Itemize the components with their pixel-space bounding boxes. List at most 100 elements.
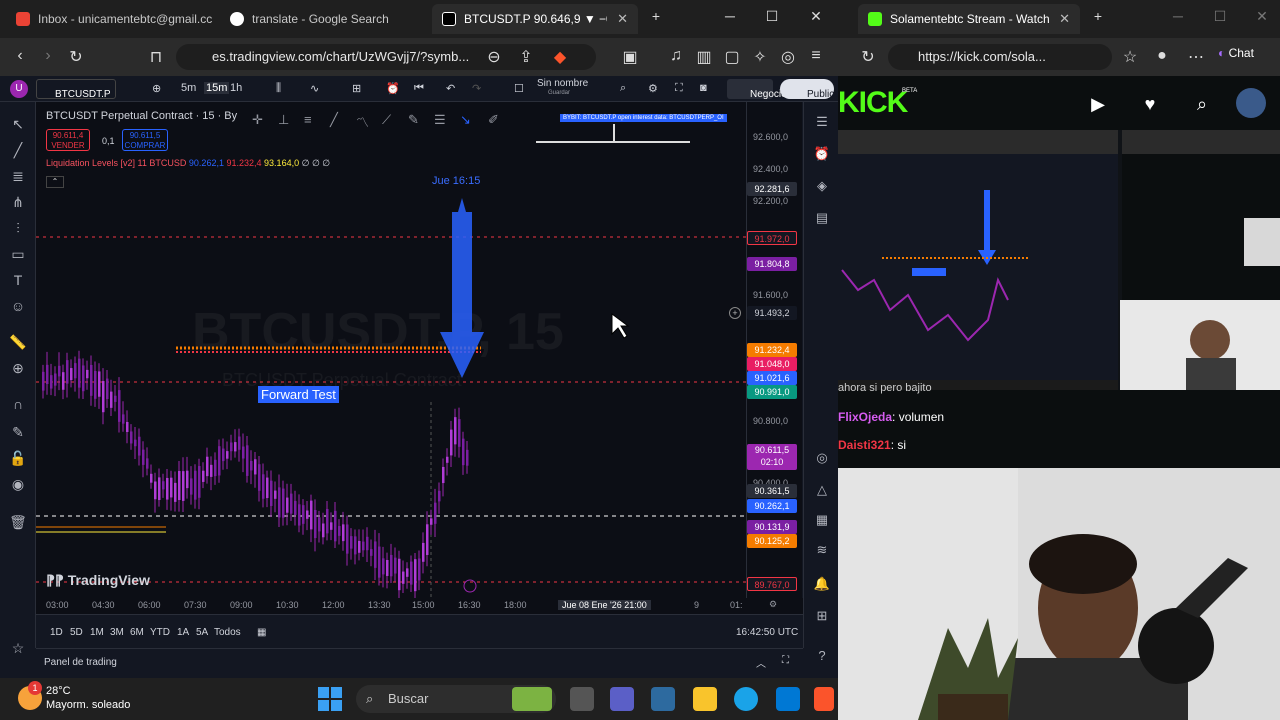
chart-legend-title[interactable]: BTCUSDT Perpetual Contract · 15 · By <box>46 110 237 122</box>
templates-icon[interactable]: ⊞ <box>352 82 361 95</box>
vpn-icon[interactable]: ◎ <box>778 47 798 67</box>
file-explorer-icon[interactable] <box>693 687 717 711</box>
following-icon[interactable]: ▶ <box>1087 94 1109 115</box>
add-alert-icon[interactable]: + <box>729 307 741 319</box>
range-ytd[interactable]: YTD <box>150 627 170 638</box>
chevron-up-icon[interactable]: ︿ <box>756 655 766 670</box>
more-icon[interactable]: ⋯ <box>1186 47 1206 67</box>
interval-1h[interactable]: 1h <box>230 82 242 94</box>
brush-icon[interactable]: ▭ <box>8 246 28 266</box>
ideas-icon[interactable]: △ <box>813 482 831 500</box>
lock-drawing-icon[interactable]: ✎ <box>8 424 28 444</box>
watchlist-icon[interactable]: ☰ <box>813 114 831 132</box>
layout-save-label[interactable]: Guardar <box>548 90 570 96</box>
search-icon[interactable]: ⌕ <box>620 82 626 95</box>
layers-icon[interactable]: ◈ <box>813 178 831 196</box>
alerts-icon[interactable]: ⏰ <box>813 146 831 164</box>
back-button[interactable]: ‹ <box>10 47 30 65</box>
forward-button[interactable]: › <box>38 47 58 65</box>
vline-tool-icon[interactable]: ⊥ <box>278 112 289 128</box>
target-icon[interactable]: ◎ <box>813 450 831 468</box>
avatar[interactable]: U <box>10 80 28 98</box>
heart-icon[interactable]: ♥ <box>1139 94 1161 115</box>
range-3m[interactable]: 3M <box>110 627 124 638</box>
music-icon[interactable]: ♫ <box>666 47 686 65</box>
new-tab-button[interactable]: + <box>1088 8 1108 24</box>
range-1m[interactable]: 1M <box>90 627 104 638</box>
cursor-icon[interactable]: ↖ <box>8 116 28 136</box>
interval-15m[interactable]: 15m <box>204 82 230 94</box>
utc-clock[interactable]: 16:42:50 UTC <box>736 627 798 638</box>
teams-icon[interactable] <box>610 687 634 711</box>
fib-tool-icon[interactable]: ☰ <box>434 112 446 128</box>
forward-test-label[interactable]: Forward Test <box>258 386 339 403</box>
calendar-icon[interactable]: ▦ <box>813 512 831 530</box>
lock-icon[interactable]: 🔓 <box>8 450 28 470</box>
brush-tool-icon[interactable]: ✎ <box>408 112 419 128</box>
buy-button[interactable]: 90.611,5 COMPRAR <box>122 129 168 151</box>
sidebar-icon[interactable]: ▥ <box>694 47 714 67</box>
brave-icon[interactable] <box>814 687 834 711</box>
forecast-icon[interactable]: ⫶ <box>8 220 28 240</box>
share-icon[interactable]: ⇪ <box>516 47 536 67</box>
highlighter-icon[interactable]: ✐ <box>488 112 499 128</box>
reader-icon[interactable]: ▣ <box>620 47 640 67</box>
trading-panel-bar[interactable]: Panel de trading ︿ ⛶ <box>36 648 803 678</box>
time-axis[interactable]: 03:00 04:30 06:00 07:30 09:00 10:30 12:0… <box>36 598 803 614</box>
fullscreen-icon[interactable]: ⛶ <box>675 82 683 95</box>
line-tool-icon[interactable]: ╱ <box>330 112 338 128</box>
kick-logo[interactable]: KICK <box>838 86 908 120</box>
weather-widget[interactable]: 28°C Mayorm. soleado <box>46 684 130 712</box>
tab-tradingview[interactable]: BTCUSDT.P 90.646,9 ▼ −0.75 ✕ <box>432 4 638 34</box>
menu-icon[interactable]: ≡ <box>806 47 826 65</box>
range-1a[interactable]: 1A <box>177 627 189 638</box>
symbol-search-input[interactable]: BTCUSDT.P <box>36 79 116 100</box>
maximize-button[interactable]: ☐ <box>1210 8 1230 25</box>
trendline-icon[interactable]: ╱ <box>8 142 28 162</box>
stream-video[interactable] <box>838 130 1280 390</box>
task-view-icon[interactable] <box>570 687 594 711</box>
range-5d[interactable]: 5D <box>70 627 83 638</box>
close-tab-icon[interactable]: ✕ <box>1059 11 1070 27</box>
negocie-button[interactable]: Negocie <box>727 79 787 100</box>
publicar-button[interactable]: Publicar <box>780 79 838 100</box>
text-icon[interactable]: T <box>8 272 28 292</box>
path-tool-icon[interactable]: 〽 <box>356 112 369 131</box>
url-field[interactable]: https://kick.com/sola... <box>888 44 1112 70</box>
bookmark-icon[interactable]: ⊓ <box>146 47 166 67</box>
chat-username[interactable]: Daisti321 <box>838 438 891 452</box>
range-1d[interactable]: 1D <box>50 627 63 638</box>
candles-icon[interactable]: ⫼ <box>276 82 281 95</box>
range-5a[interactable]: 5A <box>196 627 208 638</box>
calculator-icon[interactable] <box>651 687 675 711</box>
arrow-tool-icon[interactable]: ↘ <box>460 112 471 128</box>
channel-icon[interactable]: ≡ <box>304 112 312 127</box>
collapse-legend-icon[interactable]: ⌃ <box>46 176 64 188</box>
edge-icon[interactable] <box>734 687 758 711</box>
replay-icon[interactable]: ⏮ <box>414 82 424 95</box>
maximize-button[interactable]: ☐ <box>762 8 782 25</box>
alert-icon[interactable]: ⏰ <box>386 82 400 95</box>
reload-button[interactable]: ↻ <box>858 47 878 67</box>
undo-icon[interactable]: ↶ <box>446 82 455 95</box>
close-window-button[interactable]: ✕ <box>1252 8 1272 25</box>
indicators-icon[interactable]: ∿ <box>310 82 319 95</box>
close-window-button[interactable]: ✕ <box>806 8 826 25</box>
copilot-chat-button[interactable]: ◐ Chat <box>1218 46 1254 60</box>
ruler-icon[interactable]: 📏 <box>8 334 28 354</box>
user-avatar[interactable] <box>1236 88 1266 118</box>
new-tab-button[interactable]: + <box>646 8 666 24</box>
wallet-icon[interactable]: ▢ <box>722 47 742 67</box>
range-todos[interactable]: Todos <box>214 627 241 638</box>
interval-5m[interactable]: 5m <box>181 82 196 94</box>
settings-icon[interactable]: ⚙ <box>648 82 658 95</box>
emoji-icon[interactable]: ☺ <box>8 298 28 318</box>
axis-settings-icon[interactable]: ⚙ <box>769 599 777 610</box>
close-tab-icon[interactable]: ✕ <box>617 11 628 27</box>
add-symbol-icon[interactable]: ⊕ <box>152 82 161 95</box>
price-chart[interactable]: BTCUSDT.P, 15 BTCUSDT Perpetual Contract <box>36 102 746 598</box>
chat-icon[interactable]: ▤ <box>813 210 831 228</box>
redo-icon[interactable]: ↷ <box>472 82 481 95</box>
layout-name[interactable]: Sin nombre <box>537 78 588 89</box>
apps-icon[interactable]: ⊞ <box>813 608 831 626</box>
